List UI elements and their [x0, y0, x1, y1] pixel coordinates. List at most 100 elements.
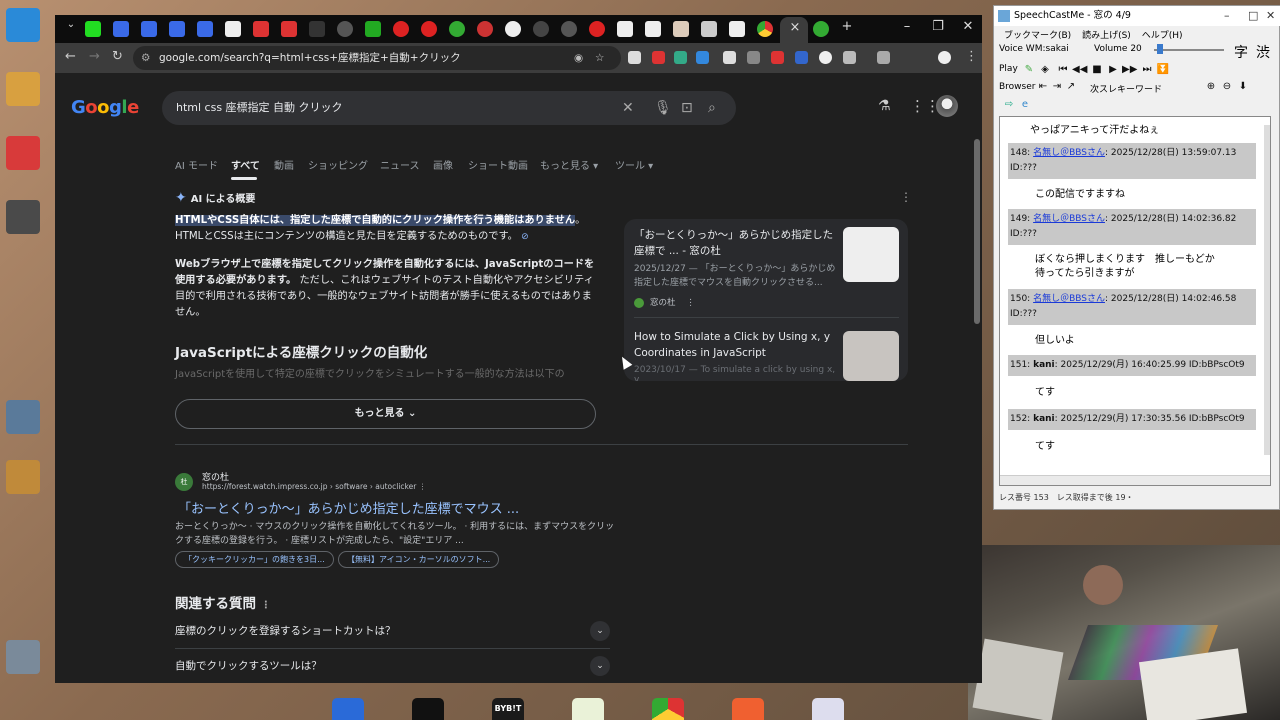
tab-favicon[interactable]	[281, 21, 297, 37]
horizontal-scrollbar[interactable]	[1000, 475, 1270, 485]
tab-shopping[interactable]: ショッピング	[308, 157, 368, 172]
extension-icon[interactable]	[771, 51, 784, 64]
source-card-thumbnail[interactable]	[843, 331, 899, 381]
tab-favicon[interactable]	[757, 21, 773, 37]
labs-flask-icon[interactable]: ⚗	[878, 98, 891, 114]
tag-icon[interactable]: ◈	[1038, 63, 1052, 77]
taskbar-app-icon[interactable]	[332, 698, 364, 720]
nav-icon[interactable]: ⇥	[1050, 80, 1064, 94]
tab-more[interactable]: もっと見る ▾	[540, 157, 598, 172]
tab-favicon[interactable]	[533, 21, 549, 37]
taskbar-chrome-icon[interactable]	[652, 698, 684, 720]
bookmark-star-icon[interactable]: ☆	[595, 46, 604, 70]
desktop-icon[interactable]	[6, 400, 40, 434]
extensions-puzzle-icon[interactable]	[843, 51, 856, 64]
window-close-icon[interactable]: ✕	[954, 19, 982, 34]
tab-videos[interactable]: 動画	[274, 157, 294, 172]
tab-all[interactable]: すべて	[231, 157, 260, 172]
extension-icon[interactable]	[674, 51, 687, 64]
vertical-scrollbar[interactable]	[1264, 125, 1270, 455]
google-logo[interactable]: Google	[71, 97, 139, 118]
result-title-link[interactable]: 「おーとくりっか～」あらかじめ指定した座標でマウス ...	[178, 498, 519, 517]
post-name[interactable]: 名無し＠BBSさん	[1033, 214, 1105, 224]
clear-icon[interactable]: ✕	[622, 91, 634, 125]
minimize-icon[interactable]: –	[893, 19, 921, 34]
rewind-icon[interactable]: ◀◀	[1072, 63, 1087, 77]
tab-favicon[interactable]	[505, 21, 521, 37]
extension-icon[interactable]	[696, 51, 709, 64]
post-name[interactable]: kani	[1033, 360, 1055, 370]
forward-icon[interactable]: →	[89, 49, 100, 64]
extension-icon[interactable]	[747, 51, 760, 64]
play-icon[interactable]: ▶	[1106, 63, 1120, 77]
tab-favicon[interactable]	[701, 21, 717, 37]
new-tab-icon[interactable]: +	[833, 19, 861, 34]
stop-icon[interactable]: ■	[1090, 63, 1104, 77]
desktop-icon[interactable]	[6, 200, 40, 234]
tab-favicon[interactable]	[673, 21, 689, 37]
taskbar-app-icon[interactable]	[732, 698, 764, 720]
link-icon[interactable]: ⊘	[521, 232, 529, 242]
tab-favicon[interactable]	[393, 21, 409, 37]
chevron-down-icon[interactable]: ⌄	[590, 621, 610, 641]
nav-icon[interactable]: ↗	[1064, 80, 1078, 94]
menu-bookmark[interactable]: ブックマーク(B)	[1004, 31, 1071, 41]
tab-news[interactable]: ニュース	[380, 157, 420, 172]
forward-icon[interactable]: ▶▶	[1122, 63, 1137, 77]
refresh-icon[interactable]: ⇨	[1002, 98, 1016, 112]
close-tab-icon[interactable]: ×	[781, 20, 809, 35]
back-icon[interactable]: ←	[65, 49, 76, 64]
down-arrow-icon[interactable]: ⬇	[1236, 80, 1250, 94]
source-card-thumbnail[interactable]	[843, 227, 899, 282]
tab-favicon[interactable]	[337, 21, 353, 37]
tab-favicon[interactable]	[589, 21, 605, 37]
window-close-icon[interactable]: ✕	[1266, 6, 1275, 26]
tab-favicon[interactable]	[813, 21, 829, 37]
nav-icon[interactable]: ⇤	[1036, 80, 1050, 94]
lens-icon[interactable]: ⊡	[681, 91, 693, 125]
taskbar-app-icon[interactable]	[412, 698, 444, 720]
maximize-icon[interactable]: ❐	[924, 19, 952, 34]
tab-tools[interactable]: ツール ▾	[615, 157, 653, 172]
tab-favicon[interactable]	[561, 21, 577, 37]
sitelink-chip[interactable]: 「クッキークリッカー」の飽きを3日...	[175, 551, 334, 568]
paa-question[interactable]: 座標のクリックを登録するショートカットは？ ⌄	[175, 614, 610, 649]
paa-question[interactable]: 自動でクリックするツールは？ ⌄	[175, 649, 610, 683]
minimize-icon[interactable]: –	[1224, 6, 1230, 26]
search-box[interactable]: html css 座標指定 自動 クリック ✕ 🎙 ⊡ ⌕	[162, 91, 736, 125]
tab-favicon[interactable]	[85, 21, 101, 37]
tab-favicon[interactable]	[477, 21, 493, 37]
post-name[interactable]: kani	[1033, 414, 1055, 424]
volume-slider-thumb[interactable]	[1157, 44, 1163, 54]
key-icon[interactable]	[877, 51, 890, 64]
result-url[interactable]: https://forest.watch.impress.co.jp › sof…	[202, 482, 426, 491]
tab-favicon[interactable]	[449, 21, 465, 37]
search-icon[interactable]: ⌕	[708, 91, 716, 125]
tab-favicon[interactable]	[309, 21, 325, 37]
post-name[interactable]: 名無し＠BBSさん	[1033, 148, 1105, 158]
tab-favicon[interactable]	[169, 21, 185, 37]
taskbar-app-icon[interactable]	[572, 698, 604, 720]
tab-favicon[interactable]	[729, 21, 745, 37]
menu-read[interactable]: 読み上げ(S)	[1082, 31, 1131, 41]
desktop-icon[interactable]	[6, 8, 40, 42]
extension-icon[interactable]	[652, 51, 665, 64]
source-card-title[interactable]: 「おーとくりっか～」あらかじめ指定した座標で ... - 窓の杜	[634, 227, 839, 259]
desktop-icon[interactable]	[6, 640, 40, 674]
zoom-out-icon[interactable]: ⊖	[1220, 80, 1234, 94]
tab-favicon[interactable]	[421, 21, 437, 37]
desktop-icon[interactable]	[6, 460, 40, 494]
tab-favicon[interactable]	[253, 21, 269, 37]
extension-icon[interactable]	[795, 51, 808, 64]
desktop-icon[interactable]	[6, 72, 40, 106]
last-icon[interactable]: ⏭	[1140, 63, 1154, 77]
sitelink-chip[interactable]: 【無料】アイコン・カーソルのソフト...	[338, 551, 500, 568]
tab-favicon[interactable]	[617, 21, 633, 37]
more-icon[interactable]: ⋮	[686, 298, 695, 308]
extension-icon[interactable]	[723, 51, 736, 64]
chrome-menu-icon[interactable]: ⋮	[965, 49, 978, 64]
zoom-in-icon[interactable]: ⊕	[1204, 80, 1218, 94]
menu-help[interactable]: ヘルプ(H)	[1142, 31, 1183, 41]
source-card-title[interactable]: How to Simulate a Click by Using x, y Co…	[634, 329, 839, 361]
ie-icon[interactable]: e	[1018, 98, 1032, 112]
